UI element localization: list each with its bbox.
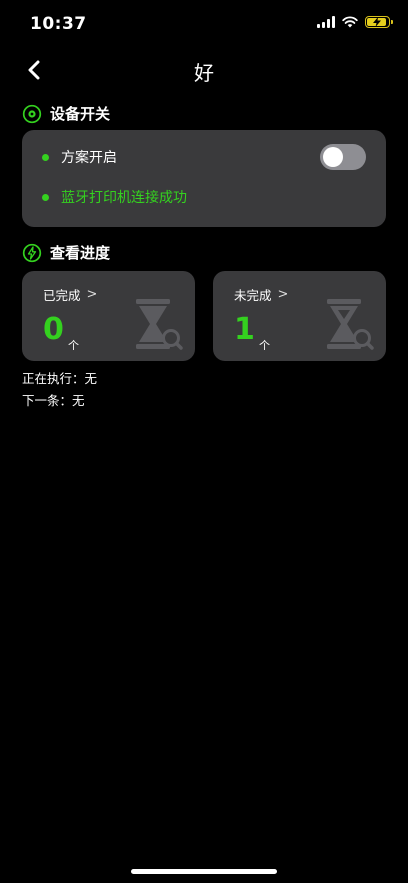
status-icons (317, 16, 393, 28)
next-execution-text: 下一条：无 (22, 393, 85, 408)
current-execution-text: 正在执行：无 (22, 371, 98, 386)
bluetooth-row: 蓝牙打印机连接成功 (42, 187, 187, 207)
scheme-toggle[interactable] (320, 144, 366, 170)
hourglass-search-icon (136, 299, 183, 350)
scheme-row: 方案开启 (42, 147, 117, 167)
cellular-signal-icon (317, 16, 335, 28)
progress-section-header: 查看进度 (22, 242, 110, 263)
device-section-header: 设备开关 (22, 103, 110, 124)
completed-card[interactable]: 已完成 > 0 个 (22, 271, 195, 361)
uncompleted-card[interactable]: 未完成 > 1 个 (213, 271, 386, 361)
completed-title: 已完成 > (43, 285, 97, 304)
uncompleted-unit: 个 (259, 339, 270, 352)
device-card: 方案开启 蓝牙打印机连接成功 (22, 130, 386, 227)
device-section-title: 设备开关 (50, 105, 111, 123)
chevron-right-icon: > (86, 287, 98, 302)
bluetooth-status: 蓝牙打印机连接成功 (61, 190, 187, 206)
battery-charging-icon (365, 16, 393, 28)
status-dot (42, 193, 49, 201)
scheme-label: 方案开启 (61, 150, 117, 166)
chevron-right-icon: > (277, 287, 289, 302)
completed-unit: 个 (68, 339, 79, 352)
hourglass-search-icon (327, 299, 374, 350)
completed-label: 已完成 (43, 288, 81, 303)
nav-bar: 好 (0, 48, 408, 92)
home-indicator (131, 869, 277, 874)
status-time: 10:37 (30, 14, 87, 34)
page-title: 好 (194, 61, 214, 85)
completed-count: 0 (43, 312, 64, 347)
target-icon (22, 104, 42, 123)
status-dot (42, 153, 49, 161)
wifi-icon (342, 16, 358, 28)
uncompleted-title: 未完成 > (234, 285, 288, 304)
lightning-icon (22, 243, 42, 262)
progress-section-title: 查看进度 (50, 244, 111, 262)
status-bar: 10:37 (0, 0, 408, 48)
uncompleted-label: 未完成 (234, 288, 272, 303)
uncompleted-count: 1 (234, 312, 255, 347)
